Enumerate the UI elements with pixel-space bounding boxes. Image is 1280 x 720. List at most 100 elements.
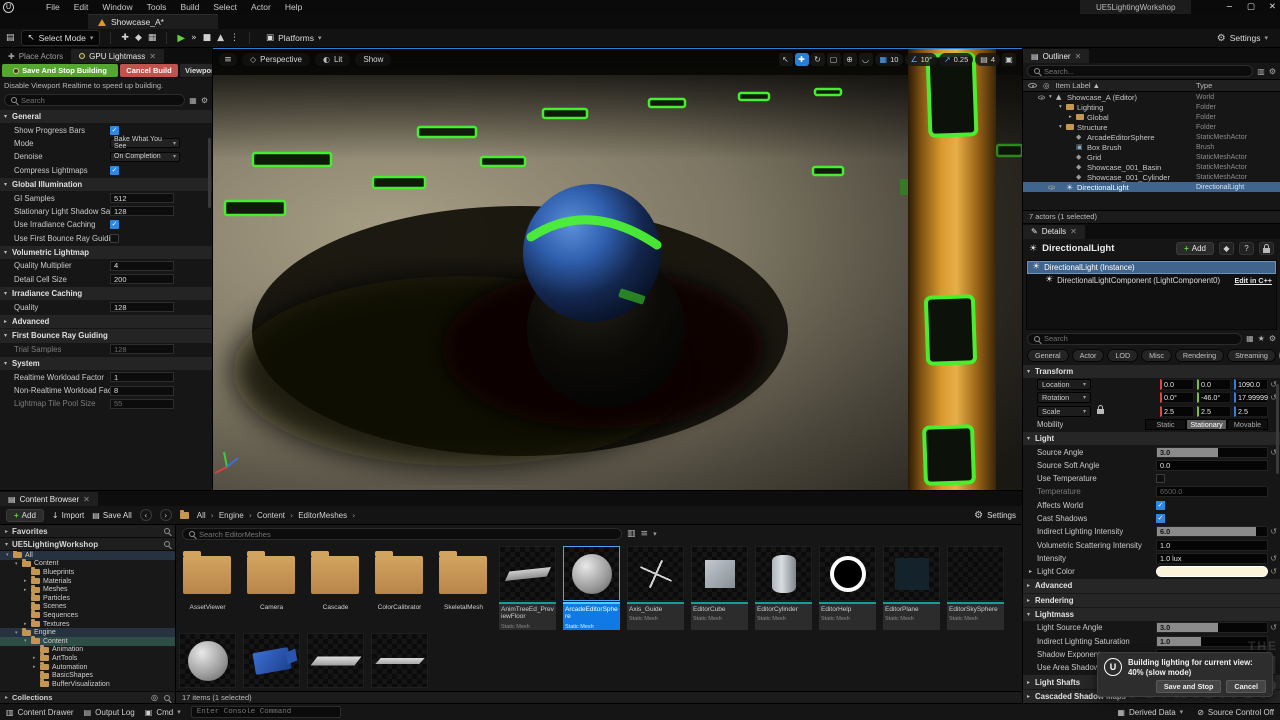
- visibility-eye-icon[interactable]: [1037, 95, 1049, 100]
- add-button[interactable]: +Add: [6, 509, 44, 522]
- maximize-button[interactable]: ▢: [1247, 2, 1255, 12]
- property-row[interactable]: Transform: [1023, 365, 1280, 378]
- setting-row[interactable]: Non-Realtime Workload Factor ✓ 8 8▾: [0, 384, 212, 397]
- tree-folder-row[interactable]: ArtTools: [0, 654, 175, 663]
- details-search[interactable]: [1027, 333, 1242, 345]
- cancel-build-button[interactable]: Cancel Build: [120, 64, 178, 77]
- z-value-field[interactable]: 1090.0: [1234, 379, 1268, 390]
- outliner-row[interactable]: ArcadeEditorSphere StaticMeshActor: [1023, 132, 1280, 142]
- mobility-static-button[interactable]: Static: [1145, 419, 1186, 430]
- asset-search[interactable]: [182, 528, 622, 540]
- forward-button[interactable]: ›: [160, 509, 172, 521]
- value-field[interactable]: 0.0: [1156, 460, 1268, 471]
- tab-gpu-lightmass[interactable]: GPU Lightmass ✕: [71, 49, 164, 63]
- world-space-icon[interactable]: ⊕: [843, 53, 857, 66]
- pin-column-icon[interactable]: ◎: [1043, 81, 1050, 90]
- setting-row[interactable]: General ✓ ▾: [0, 110, 212, 123]
- component-row-lightcomponent[interactable]: ☀ DirectionalLightComponent (LightCompon…: [1027, 274, 1276, 287]
- tree-folder-row[interactable]: Animation: [0, 646, 175, 655]
- setting-row[interactable]: Detail Cell Size ✓ 200 200▾: [0, 273, 212, 286]
- setting-row[interactable]: Use Irradiance Caching ✓ ▾: [0, 218, 212, 231]
- scale-tool-icon[interactable]: ▢: [827, 53, 841, 66]
- setting-row[interactable]: Irradiance Caching ✓ ▾: [0, 287, 212, 300]
- favorites-section[interactable]: ▸ Favorites: [0, 525, 175, 538]
- property-row[interactable]: Light Source Angle: [1023, 621, 1280, 634]
- y-value-field[interactable]: -46.0°: [1197, 392, 1231, 403]
- property-row[interactable]: Indirect Lighting Saturation: [1023, 635, 1280, 648]
- surface-snap-icon[interactable]: ◡: [859, 53, 873, 66]
- collections-section[interactable]: ▸ Collections ◎: [0, 691, 175, 703]
- property-row[interactable]: Source Soft Angle: [1023, 459, 1280, 472]
- platforms-dropdown[interactable]: ▣ Platforms ▾: [260, 31, 327, 45]
- toast-save-and-stop-button[interactable]: Save and Stop: [1156, 680, 1222, 693]
- checkbox[interactable]: ✓: [110, 166, 119, 175]
- property-row[interactable]: Light: [1023, 432, 1280, 445]
- filter-chip[interactable]: Rendering: [1175, 349, 1224, 362]
- asset-tile[interactable]: [371, 633, 428, 688]
- lightmass-search-input[interactable]: [21, 96, 178, 105]
- asset-tile[interactable]: Axis_Guide Static Mesh: [627, 546, 684, 630]
- value-field[interactable]: 128: [110, 302, 174, 312]
- value-field[interactable]: 6.0: [1156, 526, 1268, 537]
- new-folder-icon[interactable]: ▥: [1257, 67, 1265, 76]
- visibility-column-icon[interactable]: [1028, 83, 1037, 88]
- setting-row[interactable]: Realtime Workload Factor ✓ 1 1▾: [0, 370, 212, 383]
- content-browser-settings[interactable]: ⚙ Settings: [974, 510, 1016, 521]
- setting-row[interactable]: Volumetric Lightmap ✓ ▾: [0, 246, 212, 259]
- menu-item[interactable]: Edit: [74, 2, 89, 12]
- z-value-field[interactable]: 17.99999: [1234, 392, 1268, 403]
- menu-item[interactable]: Window: [102, 2, 132, 12]
- asset-tile[interactable]: ArcadeEditorSphere Static Mesh: [563, 546, 620, 630]
- tree-folder-row[interactable]: Content: [0, 560, 175, 569]
- close-tab-icon[interactable]: ✕: [1075, 52, 1082, 61]
- property-row[interactable]: Indirect Lighting Intensity: [1023, 525, 1280, 538]
- checkbox[interactable]: ✓: [1156, 474, 1165, 483]
- output-log-button[interactable]: ▤ Output Log: [84, 708, 135, 717]
- source-control-button[interactable]: ⊘ Source Control Off: [1197, 708, 1274, 717]
- reset-to-default-icon[interactable]: ↺: [1270, 623, 1277, 632]
- search-icon[interactable]: [164, 695, 170, 701]
- asset-tile[interactable]: Camera: [243, 546, 300, 630]
- skip-button[interactable]: »: [191, 33, 197, 43]
- edit-in-cpp-link[interactable]: Edit in C++: [1234, 276, 1272, 285]
- tree-folder-row[interactable]: Textures: [0, 620, 175, 629]
- gear-icon[interactable]: ⚙: [1269, 334, 1276, 343]
- property-row[interactable]: Light Color: [1023, 565, 1280, 578]
- breadcrumb-item[interactable]: Engine: [219, 511, 244, 520]
- minimize-button[interactable]: −: [1226, 2, 1233, 12]
- close-tab-icon[interactable]: ✕: [83, 495, 90, 504]
- level-tab[interactable]: Showcase_A*: [88, 14, 218, 29]
- maximize-viewport-icon[interactable]: ▣: [1002, 53, 1016, 66]
- gear-icon[interactable]: ⚙: [201, 96, 208, 105]
- save-level-icon[interactable]: ▤: [6, 33, 15, 43]
- value-field[interactable]: 200: [110, 274, 174, 284]
- gear-icon[interactable]: ⚙: [1269, 67, 1276, 76]
- setting-row[interactable]: First Bounce Ray Guiding ✓ ▾: [0, 329, 212, 342]
- value-field[interactable]: 128: [110, 344, 174, 354]
- blueprint-convert-icon[interactable]: ◆: [1219, 242, 1234, 255]
- menu-item[interactable]: Select: [213, 2, 237, 12]
- menu-item[interactable]: Actor: [251, 2, 271, 12]
- setting-row[interactable]: Lightmap Tile Pool Size ✓ 55 55▾: [0, 397, 212, 410]
- tab-place-actors[interactable]: ✚ Place Actors: [0, 49, 71, 63]
- filter-icon[interactable]: ≡: [641, 529, 649, 539]
- rotate-tool-icon[interactable]: ↻: [811, 53, 825, 66]
- checkbox[interactable]: ✓: [110, 220, 119, 229]
- scrollbar[interactable]: [1276, 384, 1279, 474]
- asset-tile[interactable]: AssetViewer: [179, 546, 236, 630]
- play-button[interactable]: ▶: [177, 33, 185, 44]
- favorites-star-icon[interactable]: ★: [1258, 334, 1265, 343]
- property-row[interactable]: Lightmass: [1023, 608, 1280, 621]
- value-field[interactable]: 8: [110, 386, 174, 396]
- x-value-field[interactable]: 0.0: [1160, 379, 1194, 390]
- filter-chip[interactable]: LOD: [1107, 349, 1138, 362]
- stop-button[interactable]: ■: [203, 33, 212, 43]
- setting-row[interactable]: Compress Lightmaps ✓ ▾: [0, 164, 212, 177]
- console-command-input[interactable]: [191, 706, 341, 718]
- setting-row[interactable]: Mode ✓ Bake What You See Bake What You S…: [0, 137, 212, 150]
- tree-folder-row[interactable]: BasicShapes: [0, 671, 175, 680]
- outliner-row[interactable]: Lighting Folder: [1023, 102, 1280, 112]
- reset-to-default-icon[interactable]: ↺: [1270, 527, 1277, 536]
- checkbox[interactable]: ✓: [110, 126, 119, 135]
- lock-details-icon[interactable]: [1259, 242, 1274, 255]
